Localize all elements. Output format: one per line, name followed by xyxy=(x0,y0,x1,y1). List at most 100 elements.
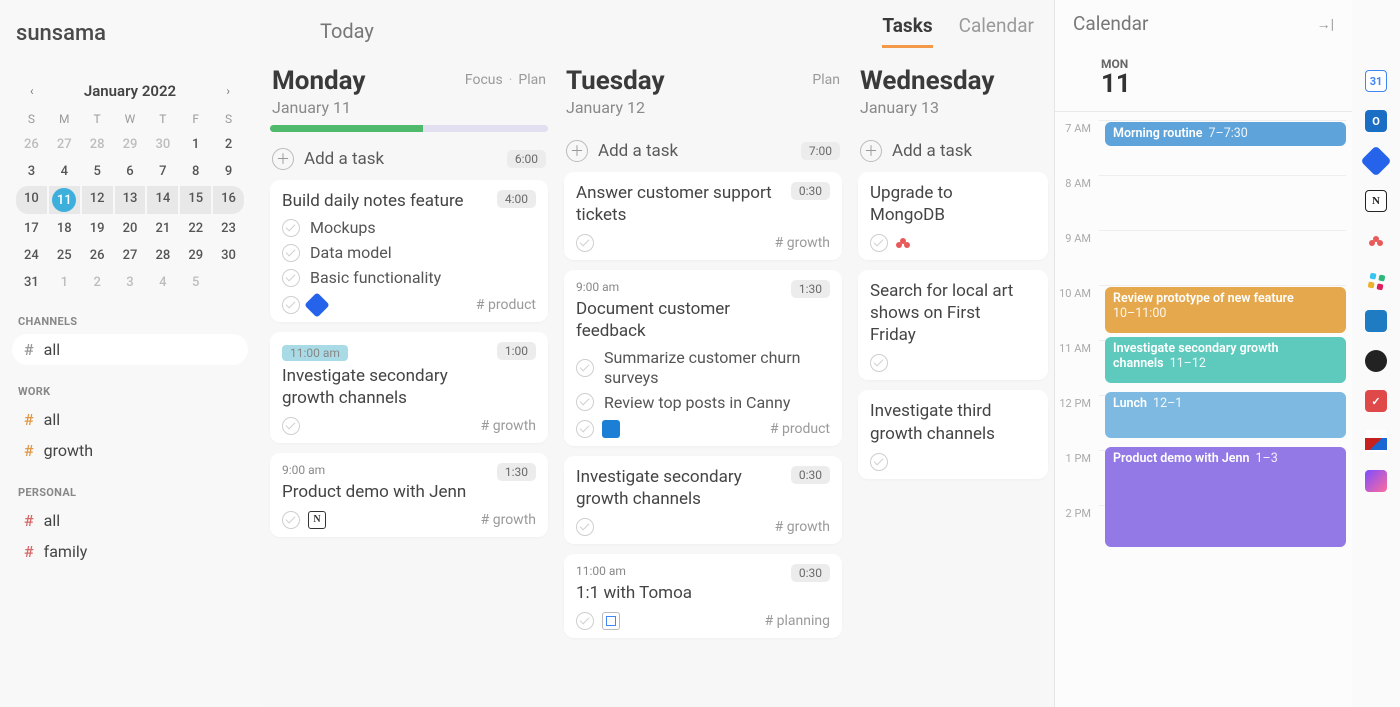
task-complete-check[interactable] xyxy=(282,296,300,314)
cal-day[interactable]: 3 xyxy=(115,270,146,295)
cal-day[interactable]: 27 xyxy=(115,243,146,268)
cal-day[interactable]: 19 xyxy=(82,216,113,241)
cal-day[interactable]: 30 xyxy=(147,132,178,157)
cal-day[interactable]: 20 xyxy=(115,216,146,241)
task-complete-check[interactable] xyxy=(576,234,594,252)
task-complete-check[interactable] xyxy=(576,518,594,536)
cal-day[interactable]: 29 xyxy=(115,132,146,157)
cal-day[interactable]: 4 xyxy=(49,159,80,184)
subtask-check[interactable] xyxy=(576,393,594,411)
cal-day[interactable]: 13 xyxy=(115,186,146,214)
task-complete-check[interactable] xyxy=(870,453,888,471)
cal-day[interactable]: 24 xyxy=(16,243,47,268)
channel-work-all[interactable]: # all xyxy=(12,404,248,435)
clickup-icon[interactable] xyxy=(1365,470,1387,492)
tab-tasks[interactable]: Tasks xyxy=(882,14,932,48)
add-task-button[interactable]: ＋ Add a task xyxy=(860,140,972,162)
cal-day[interactable]: 25 xyxy=(49,243,80,268)
cal-day[interactable]: 5 xyxy=(82,159,113,184)
trello-icon[interactable] xyxy=(1365,310,1387,332)
channel-work-growth[interactable]: # growth xyxy=(12,435,248,466)
cal-day[interactable]: 2 xyxy=(213,132,244,157)
task-card[interactable]: Build daily notes feature 4:00 Mockups D… xyxy=(270,180,548,322)
cal-day[interactable]: 15 xyxy=(180,186,211,214)
cal-day[interactable]: 17 xyxy=(16,216,47,241)
gcal-icon[interactable]: 31 xyxy=(1365,70,1387,92)
calendar-event[interactable]: Lunch12–1 xyxy=(1105,392,1346,438)
task-card[interactable]: Investigate third growth channels xyxy=(858,390,1048,478)
add-task-button[interactable]: ＋ Add a task xyxy=(272,148,384,170)
subtask-check[interactable] xyxy=(282,219,300,237)
cal-day[interactable]: 1 xyxy=(49,270,80,295)
subtask-check[interactable] xyxy=(282,244,300,262)
cal-day[interactable]: 30 xyxy=(213,243,244,268)
cal-day[interactable]: 31 xyxy=(16,270,47,295)
calendar-event[interactable]: Product demo with Jenn1–3 xyxy=(1105,447,1346,547)
channel-personal-all[interactable]: # all xyxy=(12,505,248,536)
cal-day[interactable]: 16 xyxy=(213,186,244,214)
cal-prev-button[interactable]: ‹ xyxy=(26,80,38,102)
calendar-event[interactable]: Review prototype of new feature10–11:00 xyxy=(1105,287,1346,333)
calendar-hours-grid[interactable]: 7 AM 8 AM 9 AM 10 AM 11 AM 12 PM 1 PM 2 … xyxy=(1055,112,1352,560)
github-icon[interactable] xyxy=(1365,350,1387,372)
cal-day[interactable]: 27 xyxy=(49,132,80,157)
cal-day[interactable]: 8 xyxy=(180,159,211,184)
cal-day[interactable]: 9 xyxy=(213,159,244,184)
plan-button[interactable]: Plan xyxy=(812,72,840,88)
asana-icon[interactable] xyxy=(1365,230,1387,252)
cal-day[interactable]: 1 xyxy=(180,132,211,157)
cal-day[interactable]: 14 xyxy=(147,186,178,214)
collapse-panel-icon[interactable]: →| xyxy=(1317,16,1334,33)
calendar-event[interactable]: Morning routine7–7:30 xyxy=(1105,122,1346,146)
task-card[interactable]: Investigate secondary growth channels 0:… xyxy=(564,456,842,544)
cal-day-today[interactable]: 11 xyxy=(52,188,76,212)
task-complete-check[interactable] xyxy=(282,417,300,435)
task-complete-check[interactable] xyxy=(870,234,888,252)
jira-icon[interactable] xyxy=(1360,145,1391,176)
channel-tag[interactable]: # growth xyxy=(775,519,830,535)
subtask-check[interactable] xyxy=(282,269,300,287)
cal-day[interactable]: 2 xyxy=(82,270,113,295)
channel-tag[interactable]: # growth xyxy=(481,512,536,528)
task-complete-check[interactable] xyxy=(870,354,888,372)
channel-tag[interactable]: # product xyxy=(770,421,830,437)
cal-day[interactable]: 26 xyxy=(82,243,113,268)
mini-calendar[interactable]: S M T W T F S 26 27 28 29 30 1 2 3 4 5 6… xyxy=(12,108,248,295)
task-card[interactable]: Search for local art shows on First Frid… xyxy=(858,270,1048,380)
subtask-check[interactable] xyxy=(576,359,594,377)
task-card[interactable]: 11:00 am 1:1 with Tomoa 0:30 # planning xyxy=(564,554,842,638)
channel-personal-family[interactable]: # family xyxy=(12,536,248,567)
cal-day[interactable]: 22 xyxy=(180,216,211,241)
calendar-event[interactable]: Investigate secondary growth channels11–… xyxy=(1105,337,1346,383)
channel-all[interactable]: # all xyxy=(12,334,248,365)
cal-day[interactable]: 6 xyxy=(115,159,146,184)
cal-next-button[interactable]: › xyxy=(222,80,234,102)
cal-day[interactable]: 28 xyxy=(82,132,113,157)
task-card[interactable]: 9:00 am Product demo with Jenn 1:30 N # … xyxy=(270,453,548,537)
cal-day[interactable]: 5 xyxy=(180,270,211,295)
gmail-icon[interactable] xyxy=(1365,430,1387,452)
todoist-icon[interactable]: ✓ xyxy=(1365,390,1387,412)
outlook-icon[interactable]: O xyxy=(1365,110,1387,132)
slack-icon[interactable] xyxy=(1365,270,1387,292)
cal-day[interactable]: 21 xyxy=(147,216,178,241)
cal-day[interactable]: 26 xyxy=(16,132,47,157)
plan-button[interactable]: Plan xyxy=(518,72,546,88)
cal-day[interactable]: 4 xyxy=(147,270,178,295)
notion-icon[interactable]: N xyxy=(1365,190,1387,212)
cal-day[interactable]: 10 xyxy=(16,186,47,214)
task-complete-check[interactable] xyxy=(576,612,594,630)
tab-calendar[interactable]: Calendar xyxy=(959,14,1034,48)
today-label[interactable]: Today xyxy=(320,19,374,43)
task-complete-check[interactable] xyxy=(576,420,594,438)
focus-button[interactable]: Focus xyxy=(465,72,503,88)
task-complete-check[interactable] xyxy=(282,511,300,529)
cal-day[interactable]: 12 xyxy=(82,186,113,214)
cal-day[interactable]: 7 xyxy=(147,159,178,184)
task-card[interactable]: 9:00 am Document customer feedback 1:30 … xyxy=(564,270,842,446)
task-card[interactable]: Upgrade to MongoDB xyxy=(858,172,1048,260)
channel-tag[interactable]: # growth xyxy=(481,418,536,434)
add-task-button[interactable]: ＋ Add a task xyxy=(566,140,678,162)
cal-day[interactable]: 23 xyxy=(213,216,244,241)
task-card[interactable]: Answer customer support tickets 0:30 # g… xyxy=(564,172,842,260)
